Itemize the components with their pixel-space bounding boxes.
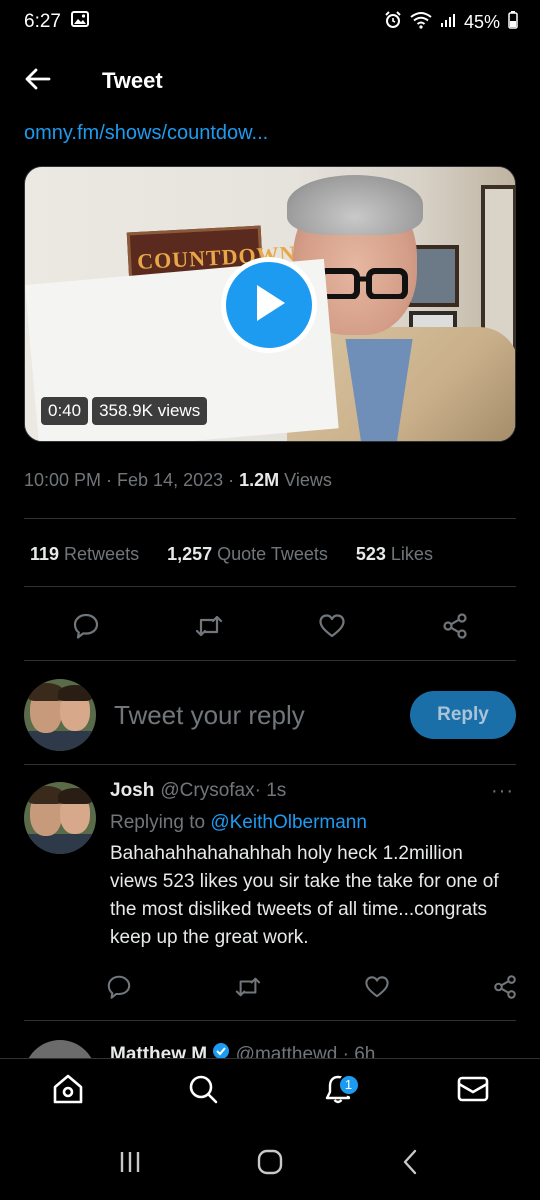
tweet-text: Bahahahhahahahhah holy heck 1.2million v…: [110, 843, 499, 948]
play-button[interactable]: [221, 257, 317, 353]
divider: [24, 586, 516, 587]
more-options-icon[interactable]: ···: [491, 780, 514, 803]
avatar[interactable]: [24, 679, 96, 751]
reply-input[interactable]: Tweet your reply: [114, 700, 410, 731]
tweet-header: Josh @Crysofax · 1s: [110, 780, 510, 802]
share-action[interactable]: [435, 608, 475, 648]
arrow-left-icon: [25, 68, 51, 95]
home-button[interactable]: [245, 1139, 295, 1189]
retweet-icon[interactable]: [234, 975, 262, 1004]
video-duration: 0:40: [41, 397, 89, 425]
battery-icon: [508, 10, 518, 34]
avatar[interactable]: [24, 1040, 96, 1060]
notification-badge: 1: [337, 1073, 360, 1096]
search-icon: [187, 1073, 219, 1110]
status-bar: 6:27 45%: [0, 0, 540, 44]
recents-icon: [117, 1150, 143, 1179]
video-views: 358.9K views: [92, 397, 208, 425]
view-count[interactable]: 1.2M: [239, 470, 279, 490]
nav-search[interactable]: [179, 1068, 227, 1116]
author-name[interactable]: Josh: [110, 780, 154, 802]
divider: [24, 764, 516, 765]
nav-messages[interactable]: [449, 1068, 497, 1116]
comment-icon[interactable]: [106, 974, 132, 1005]
tweet-timestamp: 10:00 PM · Feb 14, 2023 · 1.2M Views: [24, 470, 332, 491]
tweet-actions: [24, 608, 516, 648]
tweet-stats: 119 Retweets 1,257 Quote Tweets 523 Like…: [30, 544, 433, 565]
video-player[interactable]: COUNTDOWN 0:40 358.9K views: [24, 166, 516, 442]
share-icon[interactable]: [492, 974, 518, 1005]
retweets-stat[interactable]: 119 Retweets: [30, 544, 139, 565]
quote-tweets-stat[interactable]: 1,257 Quote Tweets: [167, 544, 328, 565]
tweet-link[interactable]: omny.fm/shows/countdow...: [24, 122, 268, 145]
heart-icon[interactable]: [364, 975, 390, 1004]
signal-icon: [440, 12, 456, 33]
replying-to: Replying to @KeithOlbermann: [110, 812, 510, 834]
system-navigation: [0, 1128, 540, 1200]
status-time: 6:27: [24, 11, 61, 32]
bottom-navigation: 1: [0, 1058, 540, 1124]
share-icon: [441, 612, 469, 645]
tweet-time: · 1s: [254, 780, 287, 801]
play-icon: [249, 281, 289, 330]
alarm-icon: [384, 10, 402, 34]
recent-apps-button[interactable]: [105, 1139, 155, 1189]
timestamp-text: 10:00 PM · Feb 14, 2023 ·: [24, 470, 240, 490]
heart-icon: [318, 613, 346, 644]
next-reply-tweet[interactable]: Matthew M @matthewd · 6h: [24, 1040, 516, 1060]
reply-tweet-actions: [106, 974, 518, 1004]
comment-icon: [72, 612, 100, 645]
divider: [24, 1020, 516, 1021]
home-circle-icon: [257, 1149, 283, 1180]
view-label: Views: [279, 470, 332, 490]
divider: [24, 518, 516, 519]
wifi-icon: [410, 11, 432, 34]
back-system-button[interactable]: [385, 1139, 435, 1189]
reply-button[interactable]: Reply: [410, 691, 516, 739]
replying-to-label: Replying to: [110, 812, 211, 833]
retweet-icon: [194, 613, 224, 644]
page-title: Tweet: [102, 68, 163, 93]
nav-notifications[interactable]: 1: [314, 1068, 362, 1116]
gallery-icon: [70, 11, 89, 33]
reply-action[interactable]: [66, 608, 106, 648]
reply-composer: Tweet your reply Reply: [24, 676, 516, 754]
replying-to-handle[interactable]: @KeithOlbermann: [210, 812, 367, 833]
likes-stat[interactable]: 523 Likes: [356, 544, 433, 565]
back-button[interactable]: [18, 61, 58, 101]
author-handle: @Crysofax: [160, 780, 255, 801]
retweet-action[interactable]: [189, 608, 229, 648]
top-app-bar: Tweet: [0, 48, 540, 114]
chevron-left-icon: [400, 1149, 420, 1180]
like-action[interactable]: [312, 608, 352, 648]
nav-home[interactable]: [44, 1068, 92, 1116]
divider: [24, 660, 516, 661]
messages-icon: [457, 1075, 489, 1108]
battery-percent: 45%: [463, 11, 500, 32]
avatar[interactable]: [24, 782, 96, 854]
home-icon: [51, 1072, 85, 1111]
